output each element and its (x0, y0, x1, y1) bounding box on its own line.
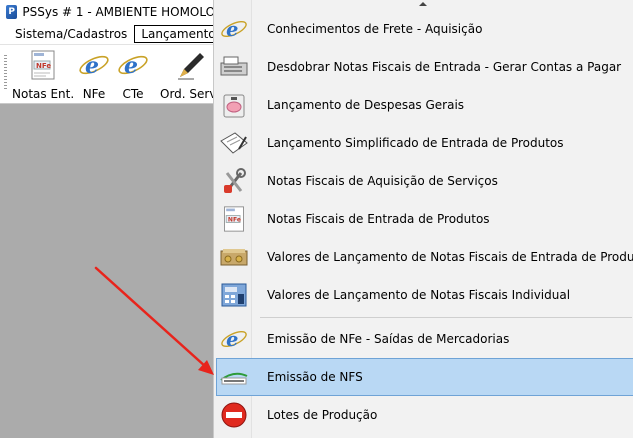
lancamentos-dropdown-menu: e Conhecimentos de Frete - Aquisição Des… (213, 0, 633, 438)
calculator-icon (217, 282, 251, 308)
nfe-button[interactable]: e NFe (78, 49, 110, 101)
cash-register-icon (217, 55, 251, 79)
nfe-document-icon: NFe (27, 49, 59, 81)
menu-item-label: Valores de Lançamento de Notas Fiscais d… (267, 250, 633, 264)
notas-ent-button[interactable]: NFe Notas Ent. (12, 49, 74, 101)
menu-item-valores-lancamento-individual[interactable]: Valores de Lançamento de Notas Fiscais I… (216, 276, 633, 314)
menu-item-emissao-nfe-saidas[interactable]: e Emissão de NFe - Saídas de Mercadorias (216, 320, 633, 358)
money-icon (217, 245, 251, 269)
menu-item-label: Notas Fiscais de Entrada de Produtos (267, 212, 490, 226)
scroll-up-arrow-icon[interactable] (419, 2, 427, 6)
toolbar: NFe Notas Ent. e NFe e CTe Ord. Serv. (0, 44, 219, 104)
toolbar-grip[interactable] (4, 55, 7, 91)
ord-serv-button[interactable]: Ord. Serv. (160, 49, 219, 101)
menu-item-lotes-producao[interactable]: Lotes de Produção (216, 396, 633, 434)
svg-text:e: e (226, 328, 238, 351)
piggy-bank-icon (217, 91, 251, 119)
menu-item-lancamento-simplificado[interactable]: Lançamento Simplificado de Entrada de Pr… (216, 124, 633, 162)
menu-item-label: Notas Fiscais de Aquisição de Serviços (267, 174, 498, 188)
cte-label: CTe (122, 87, 144, 101)
menu-separator (260, 317, 632, 318)
ie-e-icon: e (217, 15, 251, 43)
menu-item-nf-entrada-produtos[interactable]: NFe Notas Fiscais de Entrada de Produtos (216, 200, 633, 238)
menu-item-desdobrar-notas[interactable]: Desdobrar Notas Fiscais de Entrada - Ger… (216, 48, 633, 86)
svg-text:NFe: NFe (228, 217, 241, 224)
cte-button[interactable]: e CTe (117, 49, 149, 101)
ie-e-icon: e (78, 49, 110, 81)
svg-text:e: e (85, 53, 99, 79)
menu-item-label: Emissão de NFS (267, 370, 363, 384)
mdi-workspace (0, 104, 214, 438)
nota-fiscal-eletronica-logo (217, 368, 251, 386)
notas-ent-label: Notas Ent. (12, 87, 75, 101)
clipboard-icon (217, 131, 251, 155)
ord-serv-label: Ord. Serv. (160, 87, 220, 101)
menu-item-nf-aquisicao-servicos[interactable]: Notas Fiscais de Aquisição de Serviços (216, 162, 633, 200)
ie-e-icon: e (217, 325, 251, 353)
menu-item-label: Lançamento Simplificado de Entrada de Pr… (267, 136, 564, 150)
svg-text:NFe: NFe (36, 62, 51, 70)
menu-item-emissao-nfs[interactable]: Emissão de NFS (216, 358, 633, 396)
ie-e-icon: e (117, 49, 149, 81)
no-entry-icon (217, 401, 251, 429)
menu-item-label: Conhecimentos de Frete - Aquisição (267, 22, 483, 36)
svg-text:e: e (226, 18, 238, 41)
pen-icon (174, 49, 206, 81)
menu-item-label: Emissão de NFe - Saídas de Mercadorias (267, 332, 510, 346)
menu-item-conhecimentos-frete[interactable]: e Conhecimentos de Frete - Aquisição (216, 10, 633, 48)
tools-icon (217, 167, 251, 195)
menu-bar: Sistema/Cadastros Lançamentos (0, 24, 229, 44)
svg-text:e: e (124, 53, 138, 79)
menu-item-valores-lancamento-entrada[interactable]: Valores de Lançamento de Notas Fiscais d… (216, 238, 633, 276)
window-title: PSSys # 1 - AMBIENTE HOMOLOGAÇÃO (22, 5, 214, 19)
menu-item-label: Desdobrar Notas Fiscais de Entrada - Ger… (267, 60, 622, 74)
menu-item-label: Valores de Lançamento de Notas Fiscais I… (267, 288, 571, 302)
title-bar[interactable]: P PSSys # 1 - AMBIENTE HOMOLOGAÇÃO (0, 0, 214, 24)
nfe-label: NFe (82, 87, 106, 101)
app-icon: P (6, 5, 18, 19)
nfe-document-icon: NFe (217, 205, 251, 233)
menu-item-label: Lançamento de Despesas Gerais (267, 98, 465, 112)
menu-sistema-cadastros[interactable]: Sistema/Cadastros (8, 25, 134, 43)
menu-item-label: Lotes de Produção (267, 408, 378, 422)
menu-item-despesas-gerais[interactable]: Lançamento de Despesas Gerais (216, 86, 633, 124)
